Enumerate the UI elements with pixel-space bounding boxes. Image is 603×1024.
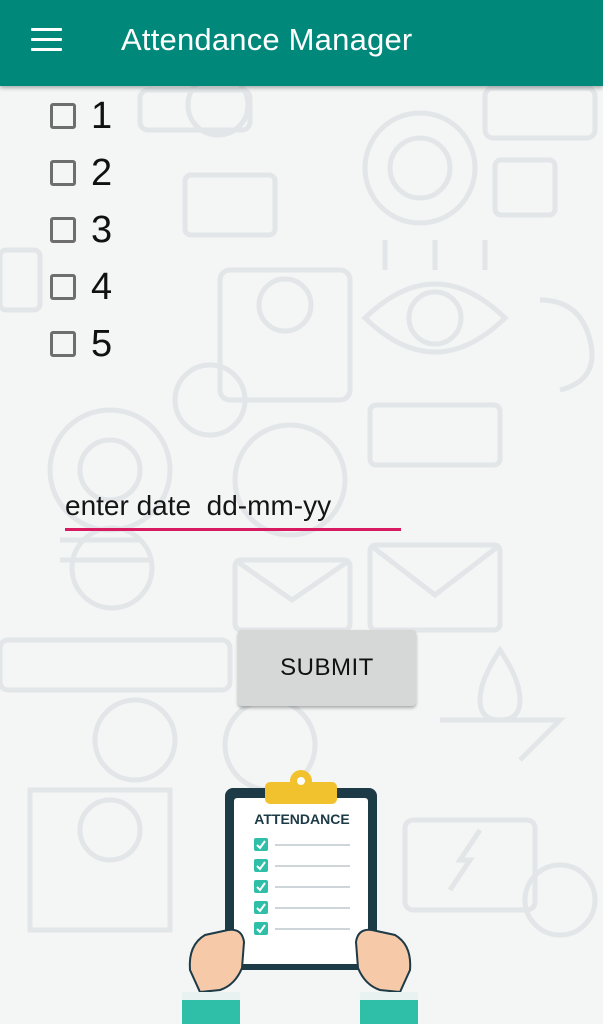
attendance-clipboard-illustration: ATTENDANCE: [182, 770, 418, 1024]
app-bar: Attendance Manager: [0, 0, 603, 86]
checkbox-item-1[interactable]: 1: [50, 92, 112, 140]
checkbox[interactable]: [50, 160, 76, 186]
checkbox-item-4[interactable]: 4: [50, 263, 112, 311]
checkbox-item-2[interactable]: 2: [50, 149, 112, 197]
checkbox-label: 5: [91, 323, 113, 365]
checkbox[interactable]: [50, 217, 76, 243]
checkbox-label: 4: [91, 266, 113, 308]
checkbox-label: 3: [91, 209, 113, 251]
checkbox-item-3[interactable]: 3: [50, 206, 112, 254]
checkbox[interactable]: [50, 103, 76, 129]
date-input[interactable]: enter date dd-mm-yy: [65, 486, 401, 531]
checkbox-item-5[interactable]: 5: [50, 320, 112, 368]
checkbox-label: 1: [91, 95, 113, 137]
date-input-placeholder: enter date dd-mm-yy: [65, 490, 332, 521]
clipboard-title: ATTENDANCE: [254, 811, 349, 827]
app-title: Attendance Manager: [121, 22, 413, 57]
checkbox[interactable]: [50, 274, 76, 300]
checkbox-label: 2: [91, 152, 113, 194]
submit-button[interactable]: SUBMIT: [238, 630, 416, 706]
hamburger-menu-icon[interactable]: [29, 26, 65, 54]
checkbox[interactable]: [50, 331, 76, 357]
